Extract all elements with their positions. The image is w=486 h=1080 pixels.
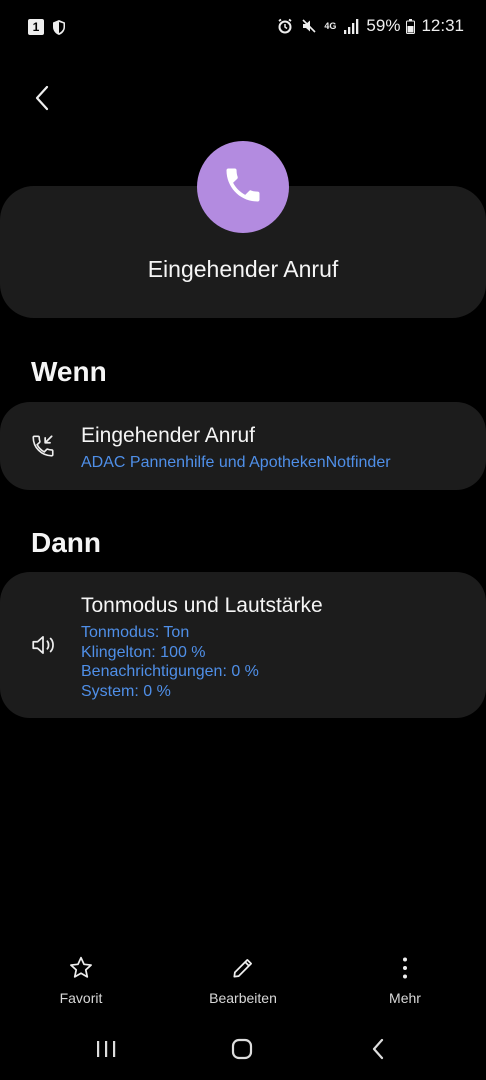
- then-action-card[interactable]: Tonmodus und Lautstärke Tonmodus: Ton Kl…: [0, 572, 486, 718]
- favorite-label: Favorit: [59, 990, 103, 1006]
- more-button[interactable]: Mehr: [345, 950, 465, 1006]
- home-button[interactable]: [222, 1036, 262, 1066]
- system-back-button[interactable]: [358, 1036, 398, 1066]
- incoming-call-icon: [28, 431, 58, 461]
- more-vertical-icon: [401, 956, 409, 985]
- bottom-action-bar: Favorit Bearbeiten Mehr: [0, 950, 486, 1020]
- if-condition-subtitle: ADAC Pannenhilfe und ApothekenNotfinder: [81, 454, 391, 471]
- more-label: Mehr: [389, 990, 421, 1006]
- battery-percent: 59%: [366, 16, 401, 35]
- routine-avatar: [197, 141, 289, 233]
- edit-label: Bearbeiten: [209, 990, 277, 1006]
- clock: 12:31: [421, 16, 464, 35]
- recent-apps-button[interactable]: [86, 1036, 126, 1066]
- star-icon: [68, 955, 94, 986]
- favorite-button[interactable]: Favorit: [21, 950, 141, 1006]
- shield-icon: [50, 18, 68, 36]
- home-icon: [231, 1038, 253, 1065]
- battery-icon: [406, 17, 416, 35]
- notification-count-icon: 1: [28, 19, 44, 35]
- speaker-icon: [28, 630, 58, 660]
- mute-icon: [300, 17, 318, 35]
- recents-icon: [95, 1039, 117, 1064]
- then-action-details: Tonmodus: Ton Klingelton: 100 % Benachri…: [81, 623, 259, 701]
- chevron-left-icon: [34, 85, 50, 116]
- then-action-title: Tonmodus und Lautstärke: [81, 594, 323, 617]
- alarm-icon: [276, 17, 294, 35]
- then-section-heading: Dann: [31, 527, 101, 558]
- edit-button[interactable]: Bearbeiten: [183, 950, 303, 1006]
- if-condition-title: Eingehender Anruf: [81, 424, 255, 447]
- system-navigation-bar: [0, 1030, 486, 1072]
- detail-notifications: Benachrichtigungen: 0 %: [81, 663, 259, 680]
- if-section-heading: Wenn: [31, 356, 107, 387]
- network-type-label: 4G: [324, 20, 337, 31]
- signal-icon: [342, 17, 360, 35]
- detail-sound-mode: Tonmodus: Ton: [81, 624, 190, 641]
- phone-icon: [221, 163, 265, 212]
- detail-system: System: 0 %: [81, 682, 171, 700]
- chevron-left-icon: [371, 1038, 385, 1065]
- if-condition-card[interactable]: Eingehender Anruf ADAC Pannenhilfe und A…: [0, 402, 486, 490]
- routine-title: Eingehender Anruf: [147, 256, 339, 282]
- detail-ringtone: Klingelton: 100 %: [81, 643, 206, 661]
- pencil-icon: [230, 955, 256, 986]
- back-button[interactable]: [24, 82, 60, 118]
- status-bar: 1 4G 59% 12:31: [0, 0, 486, 56]
